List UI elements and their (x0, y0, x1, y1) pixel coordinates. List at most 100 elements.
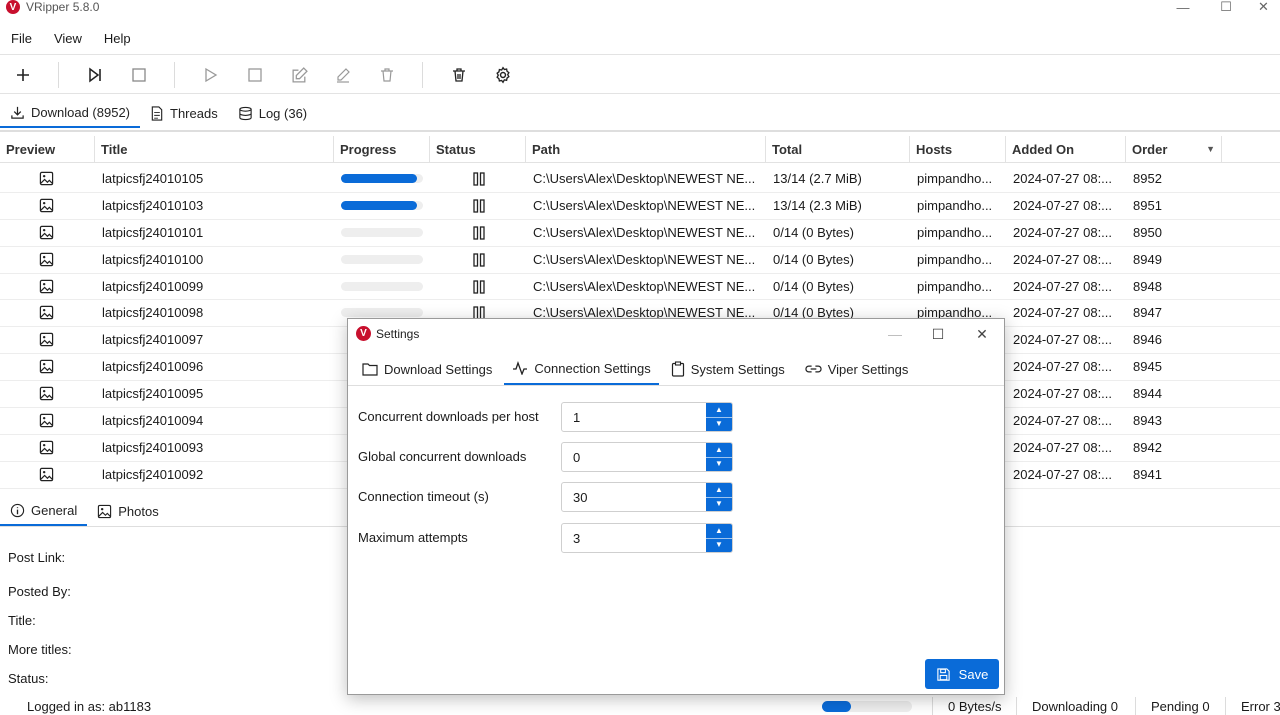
cell-title: latpicsfj24010099 (102, 278, 204, 294)
menu-file[interactable]: File (0, 26, 43, 52)
column-header-order[interactable]: Order ▼ (1126, 136, 1222, 163)
clear-button[interactable] (446, 62, 472, 88)
preview-image-icon (39, 440, 54, 458)
play-icon (205, 67, 218, 83)
tab-label: Threads (170, 105, 218, 121)
status-bar: Logged in as: ab1183 0 Bytes/s Downloadi… (0, 697, 1280, 715)
cell-added-on: 2024-07-27 08:... (1013, 197, 1113, 213)
tab-connection-settings[interactable]: Connection Settings (504, 353, 659, 385)
column-header-added-on[interactable]: Added On (1006, 136, 1126, 163)
tab-general[interactable]: General (0, 496, 88, 526)
column-header-progress[interactable]: Progress (334, 136, 430, 163)
tab-label: Download (8952) (31, 104, 131, 120)
tabs-divider (0, 130, 1280, 132)
table-row[interactable]: latpicsfj24010105 C:\Users\Alex\Desktop\N… (0, 166, 1280, 193)
column-header-hosts[interactable]: Hosts (910, 136, 1006, 163)
cell-path: C:\Users\Alex\Desktop\NEWEST NE... (533, 224, 756, 240)
increment-icon[interactable]: ▲ (706, 443, 732, 458)
cell-hosts: pimpandho... (917, 224, 993, 240)
connection-timeout-stepper[interactable]: 30 ▲ ▼ (561, 482, 733, 512)
concurrent-per-host-stepper[interactable]: 1 ▲ ▼ (561, 402, 733, 432)
cell-order: 8949 (1133, 251, 1162, 267)
stop-button[interactable] (242, 62, 268, 88)
progress-bar (341, 174, 423, 183)
save-button[interactable]: Save (925, 659, 999, 689)
tab-viper-settings[interactable]: Viper Settings (797, 353, 917, 385)
tab-threads[interactable]: Threads (140, 98, 228, 128)
column-header-total[interactable]: Total (766, 136, 910, 163)
decrement-icon[interactable]: ▼ (706, 498, 732, 512)
status-label: Status: (8, 671, 49, 686)
tab-system-settings[interactable]: System Settings (663, 353, 793, 385)
tab-download-settings[interactable]: Download Settings (354, 353, 500, 385)
maximize-button[interactable]: ☐ (1204, 0, 1248, 16)
menu-help[interactable]: Help (93, 26, 142, 52)
stop-all-button[interactable] (126, 62, 152, 88)
column-header-preview[interactable]: Preview (0, 136, 95, 163)
menu-view[interactable]: View (43, 26, 93, 52)
cell-order: 8944 (1133, 386, 1162, 402)
minimize-button[interactable]: — (1161, 0, 1205, 16)
increment-icon[interactable]: ▲ (706, 524, 732, 539)
cell-added-on: 2024-07-27 08:... (1013, 359, 1113, 375)
edit-icon (291, 66, 308, 83)
cell-hosts: pimpandho... (917, 278, 993, 294)
increment-icon[interactable]: ▲ (706, 483, 732, 498)
dialog-maximize-button[interactable]: ☐ (918, 323, 958, 345)
decrement-icon[interactable]: ▼ (706, 458, 732, 472)
remove-button[interactable] (374, 62, 400, 88)
tab-download[interactable]: Download (8952) (0, 98, 141, 128)
increment-icon[interactable]: ▲ (706, 403, 732, 418)
table-row[interactable]: latpicsfj24010099 C:\Users\Alex\Desktop\N… (0, 274, 1280, 301)
progress-bar (341, 227, 423, 237)
cell-path: C:\Users\Alex\Desktop\NEWEST NE... (533, 197, 756, 213)
activity-icon (513, 361, 528, 375)
title-bar: V VRipper 5.8.0 — ☐ ✕ (0, 0, 1280, 20)
decrement-icon[interactable]: ▼ (706, 539, 732, 553)
posted-by-label: Posted By: (8, 584, 71, 599)
start-button[interactable] (197, 62, 223, 88)
table-row[interactable]: latpicsfj24010101 C:\Users\Alex\Desktop\N… (0, 220, 1280, 247)
status-divider (1135, 697, 1136, 715)
tab-label: Photos (118, 503, 159, 519)
cell-hosts: pimpandho... (917, 171, 993, 186)
cell-added-on: 2024-07-27 08:... (1013, 413, 1113, 429)
toolbar (0, 56, 1280, 92)
column-header-path[interactable]: Path (526, 136, 766, 163)
settings-tabs: Download Settings Connection Settings Sy… (354, 353, 920, 385)
preview-image-icon (39, 198, 54, 216)
start-next-button[interactable] (82, 62, 108, 88)
title-label: Title: (8, 613, 36, 628)
cell-title: latpicsfj24010103 (102, 197, 204, 213)
global-concurrent-stepper[interactable]: 0 ▲ ▼ (561, 442, 733, 472)
progress-fill (341, 174, 418, 183)
dialog-close-button[interactable]: ✕ (962, 323, 1002, 345)
decrement-icon[interactable]: ▼ (706, 418, 732, 432)
cell-order: 8948 (1133, 278, 1162, 294)
cell-added-on: 2024-07-27 08:... (1013, 224, 1113, 240)
table-row[interactable]: latpicsfj24010103 C:\Users\Alex\Desktop\N… (0, 193, 1280, 220)
settings-button[interactable] (490, 62, 516, 88)
column-label: Order (1132, 142, 1168, 157)
tab-photos[interactable]: Photos (87, 496, 168, 526)
column-header-title[interactable]: Title (95, 136, 334, 163)
app-logo: V (356, 326, 371, 341)
rename-button[interactable] (286, 62, 312, 88)
cell-order: 8942 (1133, 439, 1162, 455)
dialog-minimize-button[interactable]: — (875, 323, 915, 345)
stepper-buttons: ▲ ▼ (706, 524, 732, 552)
preview-image-icon (39, 279, 54, 297)
pending-count: Pending 0 (1151, 699, 1210, 714)
table-row[interactable]: latpicsfj24010100 C:\Users\Alex\Desktop\N… (0, 247, 1280, 274)
column-header-status[interactable]: Status (430, 136, 526, 163)
tabs-divider (348, 385, 1004, 386)
cell-title: latpicsfj24010096 (102, 359, 204, 375)
maximum-attempts-stepper[interactable]: 3 ▲ ▼ (561, 523, 733, 553)
tab-log[interactable]: Log (36) (228, 98, 317, 128)
toolbar-divider (174, 62, 175, 88)
edit-button[interactable] (330, 62, 356, 88)
cell-path: C:\Users\Alex\Desktop\NEWEST NE... (533, 251, 756, 267)
close-button[interactable]: ✕ (1247, 0, 1280, 16)
stepper-buttons: ▲ ▼ (706, 443, 732, 471)
add-button[interactable] (10, 62, 36, 88)
